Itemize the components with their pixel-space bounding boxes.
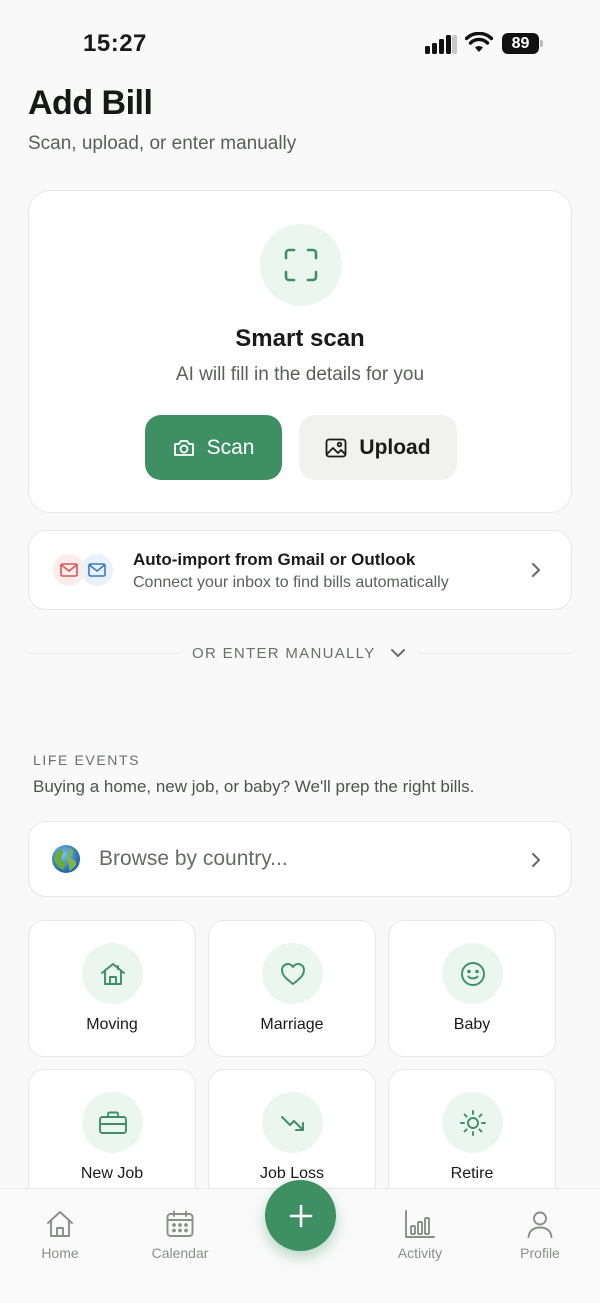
nav-profile-label: Profile [520, 1245, 560, 1261]
briefcase-icon [82, 1092, 143, 1153]
cellular-signal-icon [425, 35, 457, 54]
auto-import-card[interactable]: Auto-import from Gmail or Outlook Connec… [28, 530, 572, 610]
globe-icon [52, 845, 80, 873]
browse-by-country-label: Browse by country... [99, 847, 288, 870]
page-subtitle: Scan, upload, or enter manually [28, 133, 297, 154]
scan-frame-icon [260, 224, 342, 306]
life-event-new-job[interactable]: New Job [28, 1069, 196, 1206]
enter-manually-toggle[interactable]: OR ENTER MANUALLY [180, 643, 418, 663]
heart-icon [262, 943, 323, 1004]
nav-activity[interactable]: Activity [375, 1209, 465, 1261]
scan-button-label: Scan [206, 435, 255, 459]
image-icon [326, 438, 347, 457]
bar-chart-icon [405, 1210, 435, 1238]
auto-import-description: Connect your inbox to find bills automat… [133, 574, 449, 591]
nav-profile[interactable]: Profile [495, 1209, 585, 1261]
home-icon [47, 1211, 73, 1237]
life-event-retire[interactable]: Retire [388, 1069, 556, 1206]
trend-down-icon [262, 1092, 323, 1153]
plus-icon [289, 1204, 312, 1227]
outlook-icon [81, 554, 113, 586]
life-event-label: Retire [450, 1165, 494, 1182]
life-event-label: New Job [80, 1165, 144, 1182]
life-event-label: Marriage [260, 1016, 324, 1033]
smart-scan-card: Smart scan AI will fill in the details f… [28, 190, 572, 513]
chevron-right-icon [531, 852, 541, 868]
camera-icon [173, 439, 194, 456]
life-event-label: Baby [453, 1016, 491, 1033]
smile-icon [442, 943, 503, 1004]
page-title: Add Bill [28, 84, 153, 122]
add-bill-fab[interactable] [265, 1180, 336, 1251]
nav-home[interactable]: Home [15, 1209, 105, 1261]
life-events-title: LIFE EVENTS [33, 752, 141, 768]
nav-calendar[interactable]: Calendar [135, 1209, 225, 1261]
enter-manually-label: OR ENTER MANUALLY [192, 644, 376, 662]
nav-calendar-label: Calendar [151, 1245, 209, 1261]
nav-activity-label: Activity [397, 1245, 443, 1261]
home-icon [82, 943, 143, 1004]
auto-import-title: Auto-import from Gmail or Outlook [133, 550, 416, 569]
calendar-icon [166, 1210, 194, 1237]
battery-indicator: 89 [502, 33, 544, 54]
smart-scan-description: AI will fill in the details for you [175, 364, 425, 385]
battery-tip [540, 40, 543, 47]
browse-by-country[interactable]: Browse by country... [28, 821, 572, 897]
scan-button[interactable]: Scan [145, 415, 282, 480]
upload-button[interactable]: Upload [299, 415, 457, 480]
chevron-right-icon [531, 562, 541, 578]
life-event-marriage[interactable]: Marriage [208, 920, 376, 1057]
life-events-description: Buying a home, new job, or baby? We'll p… [33, 777, 475, 796]
wifi-icon [465, 32, 493, 52]
upload-button-label: Upload [359, 435, 431, 459]
sun-icon [442, 1092, 503, 1153]
smart-scan-title: Smart scan [235, 325, 365, 352]
status-time: 15:27 [83, 30, 147, 57]
battery-level: 89 [502, 33, 539, 54]
chevron-down-icon [390, 649, 405, 657]
life-event-moving[interactable]: Moving [28, 920, 196, 1057]
status-bar: 15:27 89 [0, 0, 600, 80]
nav-home-label: Home [41, 1245, 79, 1261]
person-icon [527, 1211, 553, 1238]
life-event-label: Moving [86, 1016, 138, 1033]
life-event-baby[interactable]: Baby [388, 920, 556, 1057]
